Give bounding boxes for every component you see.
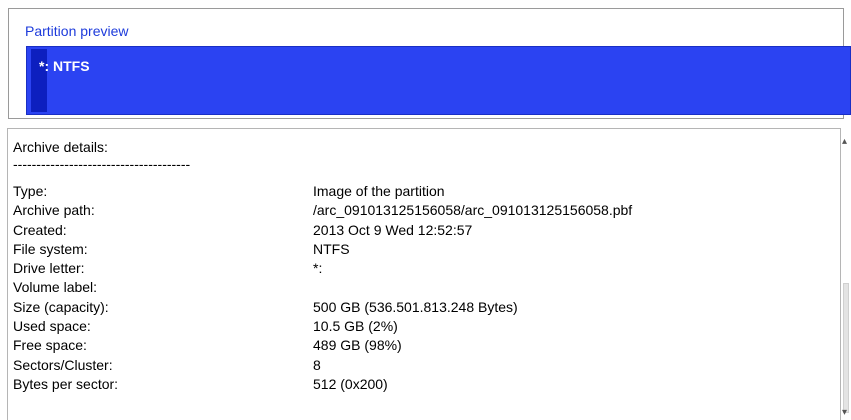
chevron-up-icon[interactable]: ▴ (842, 137, 850, 147)
details-row-key: Size (capacity): (13, 298, 109, 315)
details-row-key: Created: (13, 221, 67, 238)
details-row-value: 10.5 GB (2%) (313, 318, 398, 335)
details-row-key: Free space: (13, 337, 87, 354)
details-row-key: Archive path: (13, 202, 95, 219)
details-scrollbar[interactable]: ▴ ▾ (841, 128, 851, 420)
details-row-value: 512 (0x200) (313, 375, 388, 392)
details-row-key: Drive letter: (13, 260, 85, 277)
chevron-down-icon[interactable]: ▾ (842, 408, 850, 418)
details-row-key: Used space: (13, 318, 91, 335)
details-row-value: 2013 Oct 9 Wed 12:52:57 (313, 221, 473, 238)
details-row-value: NTFS (313, 240, 350, 257)
details-row-value: Image of the partition (313, 183, 445, 199)
archive-details-panel[interactable]: Archive details: -----------------------… (7, 128, 841, 420)
partition-bar-label: *: NTFS (39, 58, 90, 74)
partition-bar-ntfs[interactable]: *: NTFS (26, 46, 851, 115)
details-row-value: /arc_091013125156058/arc_091013125156058… (313, 202, 633, 219)
details-row-key: Bytes per sector: (13, 375, 119, 392)
details-row-value: 489 GB (98%) (313, 337, 402, 354)
details-row-value: 500 GB (536.501.813.248 Bytes) (313, 298, 518, 315)
details-row-value: *: (313, 260, 323, 277)
details-row-value: 8 (313, 356, 321, 373)
partition-preview-title: Partition preview (25, 23, 129, 39)
scrollbar-thumb[interactable] (843, 283, 849, 413)
details-row-key: Sectors/Cluster: (13, 356, 113, 373)
archive-details-separator: -------------------------------------- (13, 156, 191, 172)
details-row-key: Type: (13, 183, 48, 199)
details-row-key: Volume label: (13, 279, 98, 296)
details-row-key: File system: (13, 240, 88, 257)
